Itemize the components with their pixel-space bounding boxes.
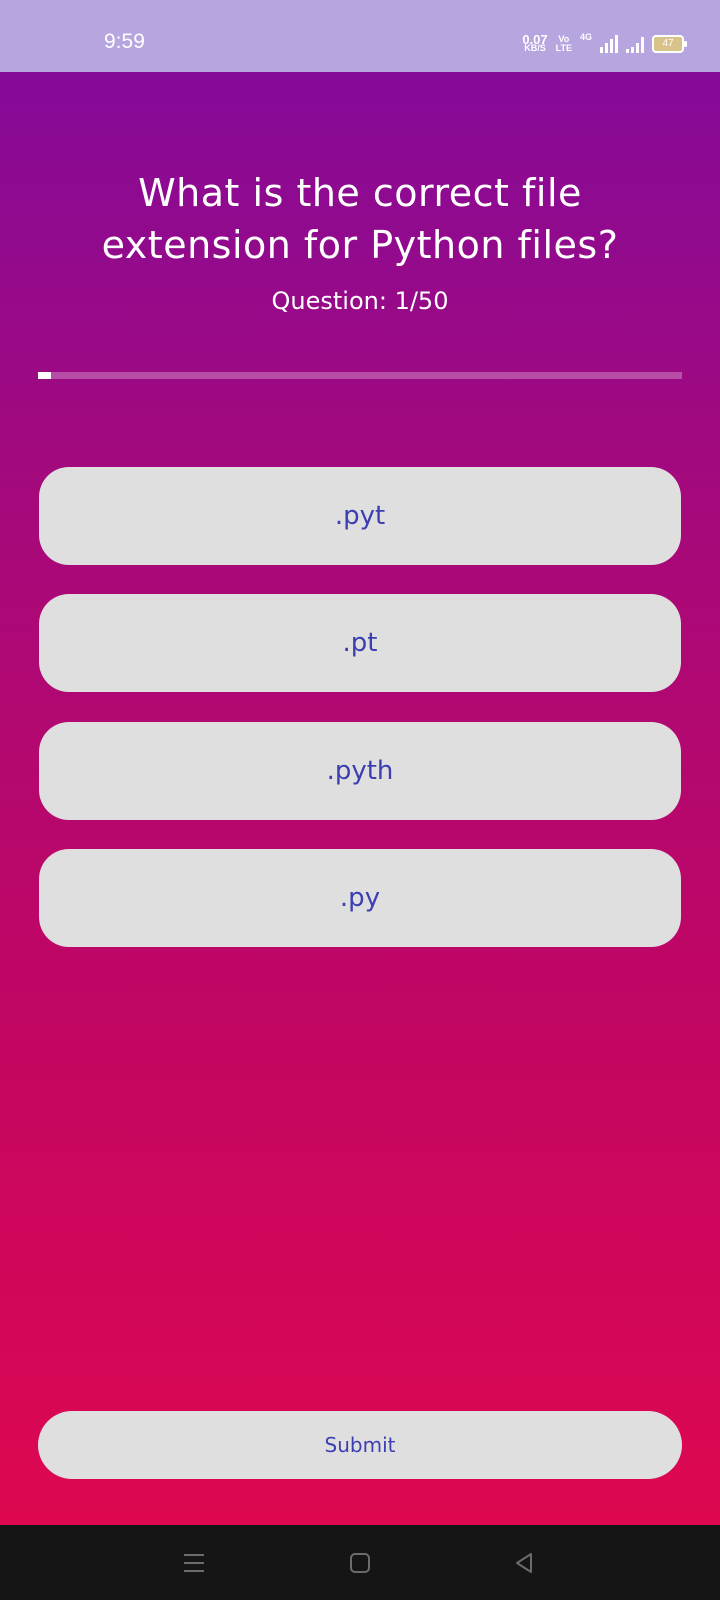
option-button-2[interactable]: .pt <box>39 594 681 692</box>
quiz-screen: What is the correct file extension for P… <box>0 72 720 1525</box>
back-icon[interactable] <box>506 1545 542 1581</box>
option-button-1[interactable]: .pyt <box>39 467 681 565</box>
network-speed: 0.07 KB/S <box>522 33 547 53</box>
volte-bottom: LTE <box>555 43 572 53</box>
signal-icon <box>626 35 644 53</box>
option-button-4[interactable]: .py <box>39 849 681 947</box>
navigation-bar <box>0 1525 720 1600</box>
status-time: 9:59 <box>104 30 145 53</box>
progress-bar <box>38 372 682 379</box>
status-icons: 0.07 KB/S Vo LTE 4G 47 <box>522 32 687 56</box>
signal-4g-icon <box>600 35 618 53</box>
submit-button[interactable]: Submit <box>38 1411 682 1479</box>
question-counter: Question: 1/50 <box>271 287 449 315</box>
network-speed-unit: KB/S <box>524 43 546 53</box>
battery-icon: 47 <box>652 35 687 53</box>
status-bar: 9:59 0.07 KB/S Vo LTE 4G 47 <box>0 0 720 72</box>
network-type: 4G <box>579 32 592 42</box>
menu-icon[interactable] <box>176 1545 212 1581</box>
home-icon[interactable] <box>342 1545 378 1581</box>
option-button-3[interactable]: .pyth <box>39 722 681 820</box>
question-text: What is the correct file extension for P… <box>101 171 619 267</box>
progress-fill <box>38 372 51 379</box>
volte-icon: Vo LTE <box>556 35 572 53</box>
battery-level: 47 <box>662 38 674 49</box>
